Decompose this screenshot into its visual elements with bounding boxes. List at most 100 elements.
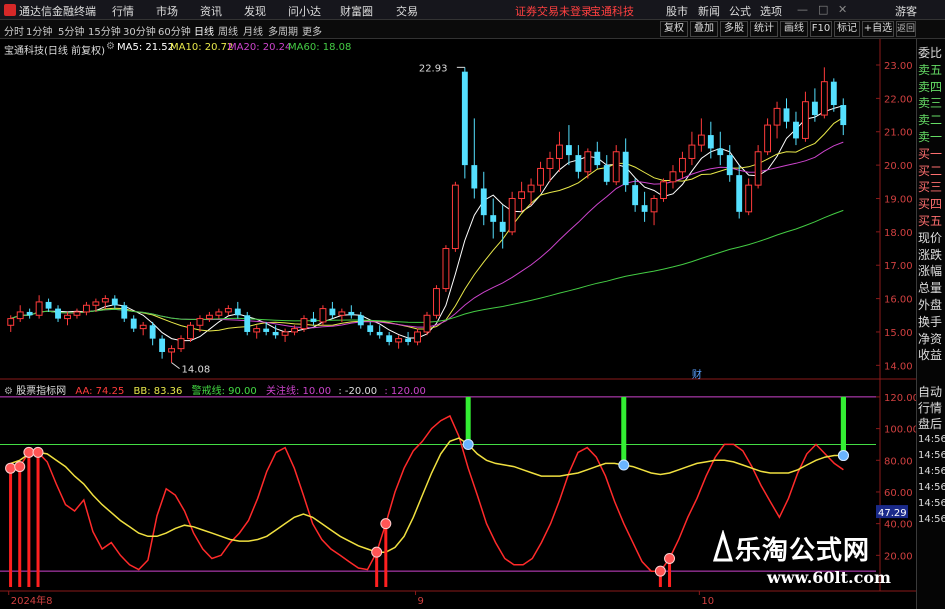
candle-body — [594, 151, 601, 166]
indicator-tick-label: 120.00 — [884, 393, 916, 404]
period-1min[interactable]: 1分钟 — [26, 23, 52, 38]
menu-item-stockmarket[interactable]: 股市 — [666, 3, 688, 19]
menu-item-formula[interactable]: 公式 — [729, 3, 751, 19]
sell-signal-dot — [618, 459, 630, 471]
candle-body — [641, 205, 648, 212]
menu-item-market[interactable]: 市场 — [156, 3, 178, 19]
chart-area[interactable]: 23.00 22.00 21.00 20.00 19.00 18.00 17.00 16.00… — [0, 39, 916, 609]
candle-body — [556, 144, 563, 159]
candle-body — [518, 191, 526, 199]
date-label: 9 — [418, 596, 424, 607]
indicator-tick-label: 60.00 — [884, 488, 913, 499]
period-daily[interactable]: 日线 — [194, 23, 214, 38]
stats-button[interactable]: 统计 — [750, 21, 778, 37]
price-tick-label: 20.00 — [884, 161, 913, 172]
mark-button[interactable]: 标记 — [834, 21, 860, 37]
candle-body — [253, 328, 261, 333]
candle-body — [16, 311, 24, 320]
back-button[interactable]: 返回 — [896, 21, 916, 37]
indicator-name: 股票指标网 — [16, 386, 67, 397]
sidebar-quote-field: 卖五 — [918, 62, 943, 77]
period-weekly[interactable]: 周线 — [218, 23, 238, 38]
candle-body — [575, 155, 582, 172]
candle-body — [357, 315, 364, 326]
sidebar-quote-field: 外盘 — [918, 298, 943, 312]
period-monthly[interactable]: 月线 — [243, 23, 263, 38]
buy-signal-dot — [371, 546, 383, 558]
period-tick[interactable]: 分时 — [4, 23, 24, 38]
menu-item-wealth[interactable]: 财富圈 — [340, 3, 373, 19]
menu-item-ask[interactable]: 问小达 — [288, 3, 321, 19]
sidebar-time: 14:56 — [918, 482, 945, 493]
period-more[interactable]: 更多 — [302, 23, 322, 38]
candle-body — [612, 151, 620, 183]
sidebar-quote-field: 涨跌 — [918, 247, 943, 262]
line4-value: : 120.00 — [384, 386, 426, 397]
price-tick-label: 23.00 — [884, 61, 913, 72]
indicator-tick-label: 100.00 — [884, 425, 916, 436]
sidebar-time: 14:56 — [918, 466, 945, 477]
period-15min[interactable]: 15分钟 — [88, 23, 121, 38]
period-5min[interactable]: 5分钟 — [58, 23, 84, 38]
low-marker-line — [171, 362, 180, 370]
candle-body — [7, 318, 15, 326]
candle-body — [811, 101, 818, 116]
candle-body — [632, 185, 639, 206]
add-watchlist-button[interactable]: +自选 — [862, 21, 894, 37]
draw-line-button[interactable]: 画线 — [780, 21, 808, 37]
restore-icon[interactable]: □ — [818, 3, 828, 16]
menu-item-quotes[interactable]: 行情 — [112, 3, 134, 19]
buy-signal-dot — [654, 565, 666, 577]
sidebar-tab[interactable]: 行情 — [918, 400, 942, 416]
watermark-url: www.60lt.com — [767, 568, 891, 587]
ma-line-ma5 — [10, 105, 844, 342]
adjust-button[interactable]: 复权 — [660, 21, 688, 37]
menu-item-trade[interactable]: 交易 — [396, 3, 418, 19]
price-tick-label: 21.00 — [884, 128, 913, 139]
bb-value: BB: 83.36 — [133, 386, 183, 397]
menu-item-discover[interactable]: 发现 — [244, 3, 266, 19]
multi-stock-button[interactable]: 多股 — [720, 21, 748, 37]
candle-body — [650, 197, 658, 213]
ma-line-ma60 — [10, 209, 844, 323]
close-icon[interactable]: ✕ — [838, 3, 847, 16]
buy-signal-dot — [380, 518, 392, 530]
f10-button[interactable]: F10 — [810, 21, 832, 37]
candle-body — [707, 135, 714, 149]
period-60min[interactable]: 60分钟 — [158, 23, 191, 38]
indicator-gear-icon[interactable]: ⚙ — [4, 386, 13, 397]
sidebar-tab[interactable]: 自动 — [918, 384, 942, 400]
guest-label[interactable]: 游客 — [895, 3, 917, 19]
menu-item-options[interactable]: 选项 — [760, 3, 782, 19]
candle-body — [669, 171, 677, 183]
sidebar-quote-field: 卖二 — [918, 113, 943, 128]
login-notice[interactable]: 证券交易未登录 — [515, 3, 592, 19]
candle-body — [64, 314, 71, 320]
candle-body — [272, 331, 279, 336]
candle-body — [830, 81, 837, 106]
minimize-icon[interactable]: — — [797, 3, 808, 16]
current-value-label: 47.29 — [878, 508, 907, 519]
menu-item-news[interactable]: 资讯 — [200, 3, 222, 19]
trading-terminal: 通达信金融终端 行情 市场 资讯 发现 问小达 财富圈 交易 证券交易未登录 宝… — [0, 0, 945, 609]
candle-body — [793, 121, 799, 139]
candle-body — [546, 157, 554, 169]
candle-body — [45, 301, 52, 309]
sidebar-tab[interactable]: 盘后 — [918, 416, 942, 432]
menu-item-newspage[interactable]: 新闻 — [698, 3, 720, 19]
candle-body — [783, 108, 790, 122]
candle-body — [55, 308, 61, 319]
candle-body — [603, 165, 610, 182]
period-30min[interactable]: 30分钟 — [123, 23, 156, 38]
period-multi[interactable]: 多周期 — [268, 23, 298, 38]
candle-body — [688, 144, 696, 159]
candle-body — [348, 311, 355, 316]
candle-body — [679, 157, 686, 173]
sidebar-quote-field: 卖三 — [918, 96, 943, 111]
buy-signal-dot — [32, 446, 44, 458]
overlay-button[interactable]: 叠加 — [690, 21, 718, 37]
candle-body — [660, 181, 667, 199]
candle-body — [527, 184, 535, 193]
aa-value: AA: 74.25 — [75, 386, 125, 397]
candle-body — [224, 308, 232, 313]
